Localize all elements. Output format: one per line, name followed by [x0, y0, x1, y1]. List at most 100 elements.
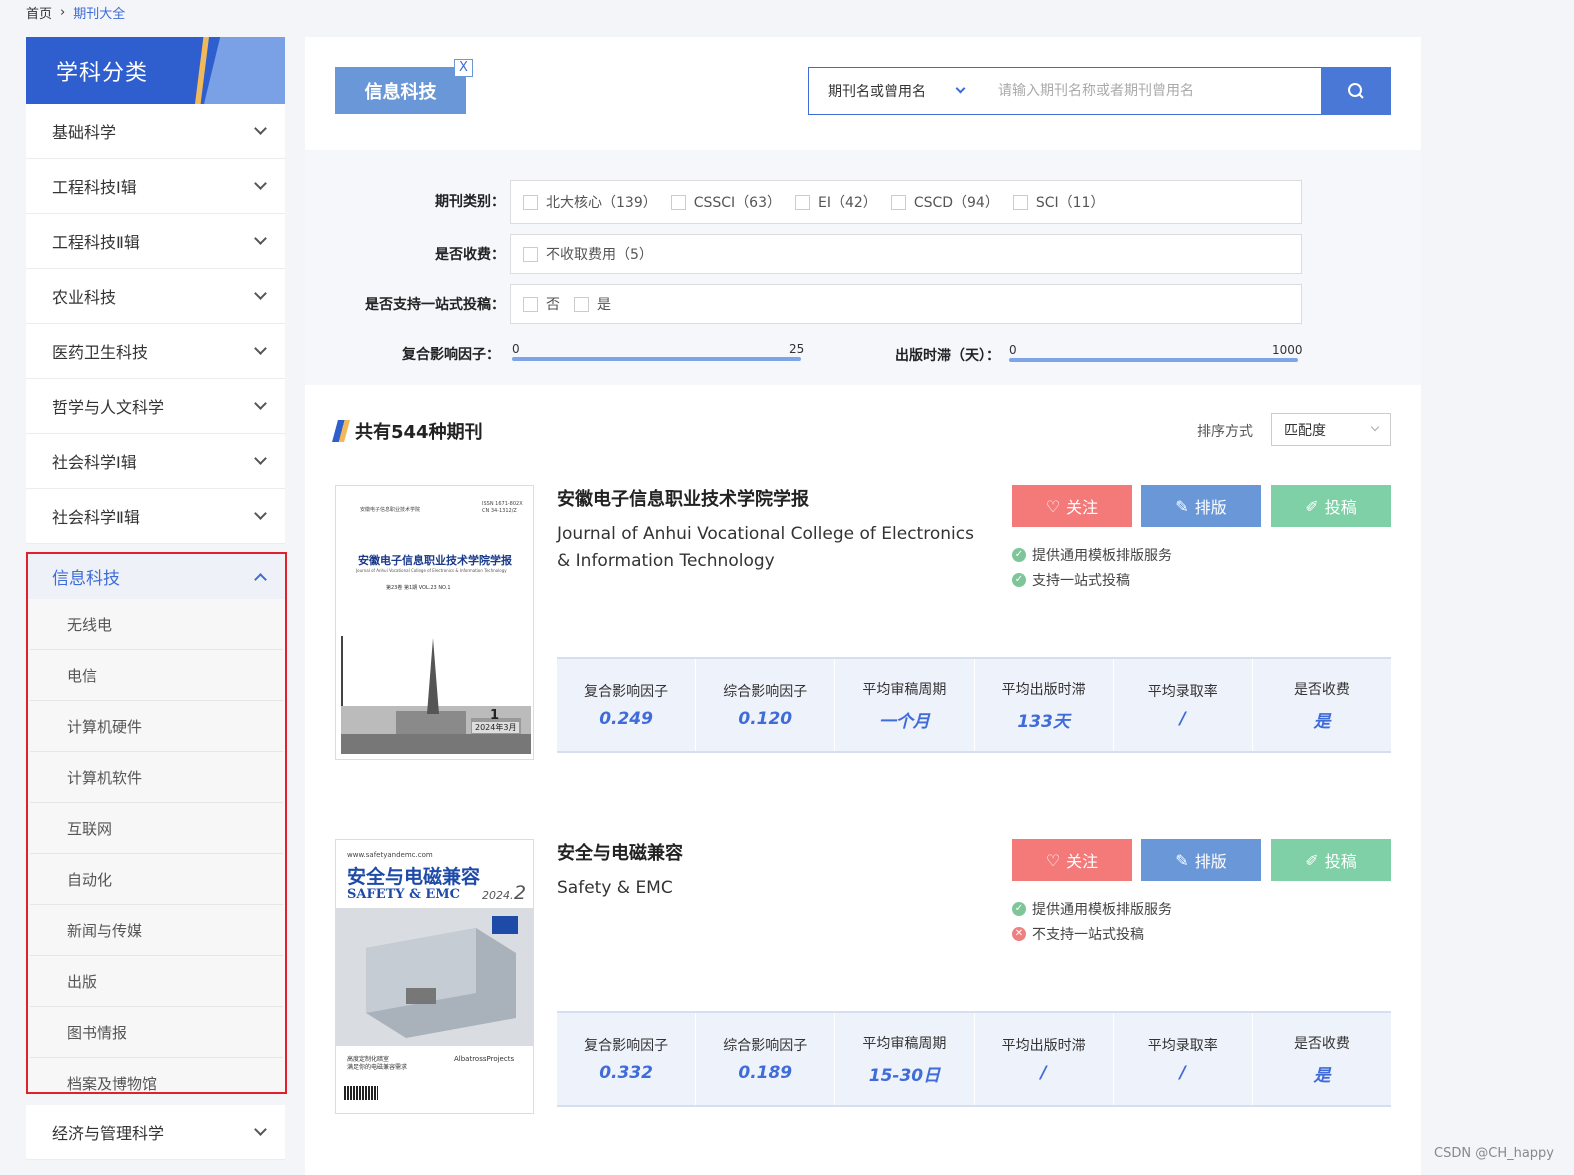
checkbox-box[interactable]	[523, 194, 538, 210]
cover-title: 安全与电磁兼容	[347, 866, 481, 888]
chevron-down-icon	[254, 342, 267, 355]
chevron-down-icon	[254, 397, 267, 410]
layout-button[interactable]: ✎ 排版	[1141, 839, 1261, 881]
chevron-up-icon	[254, 572, 267, 586]
checkbox-no[interactable]: 否	[523, 294, 560, 314]
sidebar-subitem[interactable]: 图书情报	[30, 1007, 283, 1058]
sidebar-subitem[interactable]: 无线电	[30, 599, 283, 650]
checkbox-yes[interactable]: 是	[574, 294, 611, 314]
sidebar-header: 学科分类	[26, 37, 285, 104]
impact-factor-slider[interactable]	[512, 357, 801, 361]
sidebar-item-basic-science[interactable]: 基础科学	[26, 104, 285, 159]
sidebar-item-social-2[interactable]: 社会科学Ⅱ辑	[26, 489, 285, 544]
checkbox-box[interactable]	[1012, 194, 1028, 210]
checkbox-cscd[interactable]: CSCD（94）	[890, 192, 999, 212]
service-item: ✓ 支持一站式投稿	[1012, 570, 1130, 590]
sidebar-item-label: 农业科技	[52, 288, 117, 307]
sidebar-subitem[interactable]: 新闻与传媒	[30, 905, 283, 956]
submit-button[interactable]: ✐ 投稿	[1271, 485, 1391, 527]
checkbox-cssci[interactable]: CSSCI（63）	[670, 192, 781, 212]
cover-issue-number: 2	[514, 882, 527, 904]
send-icon: ✐	[1305, 496, 1319, 516]
sidebar-item-info-tech[interactable]: 信息科技	[28, 554, 285, 599]
checkbox-sci[interactable]: SCI（11）	[1012, 192, 1104, 212]
close-icon[interactable]: X	[454, 59, 473, 77]
journal-card: www.safetyandemc.com 安全与电磁兼容 SAFETY & EM…	[335, 839, 1391, 1119]
sidebar-subitem[interactable]: 自动化	[30, 854, 283, 905]
search-type-value: 期刊名或曾用名	[828, 84, 926, 100]
sidebar-item-social-1[interactable]: 社会科学Ⅰ辑	[26, 434, 285, 489]
sort-select[interactable]: 匹配度	[1271, 413, 1391, 446]
search-button[interactable]	[1321, 67, 1391, 115]
stat-cell: 复合影响因子 0.332	[557, 1013, 697, 1105]
stat-value: 133天	[1017, 711, 1070, 732]
sidebar-item-economics[interactable]: 经济与管理科学	[26, 1105, 285, 1160]
journal-english-title: Safety & EMC	[557, 878, 673, 898]
sidebar-item-agriculture[interactable]: 农业科技	[26, 269, 285, 324]
stat-key: 综合影响因子	[723, 1038, 808, 1054]
edit-icon: ✎	[1175, 850, 1189, 870]
checkbox-box[interactable]	[795, 194, 811, 210]
stat-cell: 平均出版时滞 /	[975, 1013, 1114, 1105]
follow-button[interactable]: ♡ 关注	[1012, 485, 1132, 527]
cover-publisher: 安徽电子信息职业技术学院	[360, 507, 421, 513]
sidebar-item-engineering-2[interactable]: 工程科技Ⅱ辑	[26, 214, 285, 269]
cover-year: 2024.	[482, 889, 514, 902]
checkbox-label: 北大核心（139）	[546, 195, 657, 211]
check-circle-icon: ✓	[1012, 573, 1026, 587]
cover-chamber-illustration	[336, 908, 533, 1046]
search-input[interactable]	[986, 67, 1322, 115]
sidebar-subitem[interactable]: 电信	[30, 650, 283, 701]
journal-cover-image[interactable]: 安徽电子信息职业技术学院 ISSN 1671-802X CN 34-1312/Z…	[335, 485, 534, 760]
cover-cn: CN 34-1312/Z	[482, 508, 517, 514]
journal-title[interactable]: 安全与电磁兼容	[557, 839, 683, 865]
checkbox-label: CSCD（94）	[913, 195, 999, 211]
sidebar-subitem[interactable]: 互联网	[30, 803, 283, 854]
journal-cover-image[interactable]: www.safetyandemc.com 安全与电磁兼容 SAFETY & EM…	[335, 839, 534, 1114]
layout-button[interactable]: ✎ 排版	[1141, 485, 1261, 527]
stat-key: 复合影响因子	[584, 684, 669, 700]
delay-max: 1000	[1272, 343, 1303, 357]
sidebar-item-label: 信息科技	[52, 569, 120, 589]
checkbox-ei[interactable]: EI（42）	[795, 192, 877, 212]
sidebar-item-humanities[interactable]: 哲学与人文科学	[26, 379, 285, 434]
sidebar-subitem[interactable]: 档案及博物馆	[30, 1058, 283, 1109]
checkbox-box[interactable]	[890, 194, 906, 210]
checkbox-free[interactable]: 不收取费用（5）	[523, 244, 653, 264]
sidebar-item-engineering-1[interactable]: 工程科技Ⅰ辑	[26, 159, 285, 214]
service-text: 不支持一站式投稿	[1032, 927, 1144, 943]
cover-english-title: SAFETY & EMC	[347, 887, 461, 902]
sort-label: 排序方式	[1197, 424, 1253, 440]
cover-brand: AlbatrossProjects	[454, 1055, 515, 1063]
publish-delay-slider[interactable]	[1009, 358, 1298, 362]
sidebar-subitem[interactable]: 计算机硬件	[30, 701, 283, 752]
filter-type-options: 北大核心（139） CSSCI（63） EI（42） CSCD（94） SCI（…	[510, 180, 1302, 224]
journal-title[interactable]: 安徽电子信息职业技术学院学报	[557, 485, 809, 511]
stat-key: 是否收费	[1293, 1035, 1350, 1052]
sidebar-subitem[interactable]: 出版	[30, 956, 283, 1007]
impact-factor-label: 复合影响因子：	[402, 347, 500, 363]
stat-value: 0.249	[599, 709, 653, 729]
edit-icon: ✎	[1175, 496, 1189, 516]
stat-cell: 平均出版时滞 133天	[975, 659, 1114, 751]
delay-min: 0	[1009, 343, 1017, 357]
search-type-select[interactable]: 期刊名或曾用名	[808, 67, 987, 115]
stat-key: 平均录取率	[1147, 684, 1218, 700]
checkbox-box[interactable]	[523, 296, 538, 312]
follow-button[interactable]: ♡ 关注	[1012, 839, 1132, 881]
checkbox-label: EI（42）	[818, 195, 877, 211]
sidebar-expanded-section: 信息科技 无线电 电信 计算机硬件 计算机软件 互联网 自动化 新闻与传媒 出版…	[26, 552, 287, 1094]
stat-key: 平均出版时滞	[1001, 681, 1086, 698]
sidebar-subitem[interactable]: 计算机软件	[30, 752, 283, 803]
journal-card: 安徽电子信息职业技术学院 ISSN 1671-802X CN 34-1312/Z…	[335, 485, 1391, 765]
cover-title: 安徽电子信息职业技术学院学报	[358, 554, 512, 567]
cover-footer-line2: 满足你的电磁兼容需求	[347, 1064, 408, 1071]
checkbox-pku-core[interactable]: 北大核心（139）	[523, 192, 657, 212]
checkbox-box[interactable]	[670, 194, 686, 210]
breadcrumb-home[interactable]: 首页	[26, 3, 52, 22]
checkbox-box[interactable]	[523, 246, 538, 262]
sidebar-item-medicine[interactable]: 医药卫生科技	[26, 324, 285, 379]
submit-button[interactable]: ✐ 投稿	[1271, 839, 1391, 881]
checkbox-box[interactable]	[574, 296, 589, 312]
breadcrumb-current[interactable]: 期刊大全	[73, 3, 125, 22]
